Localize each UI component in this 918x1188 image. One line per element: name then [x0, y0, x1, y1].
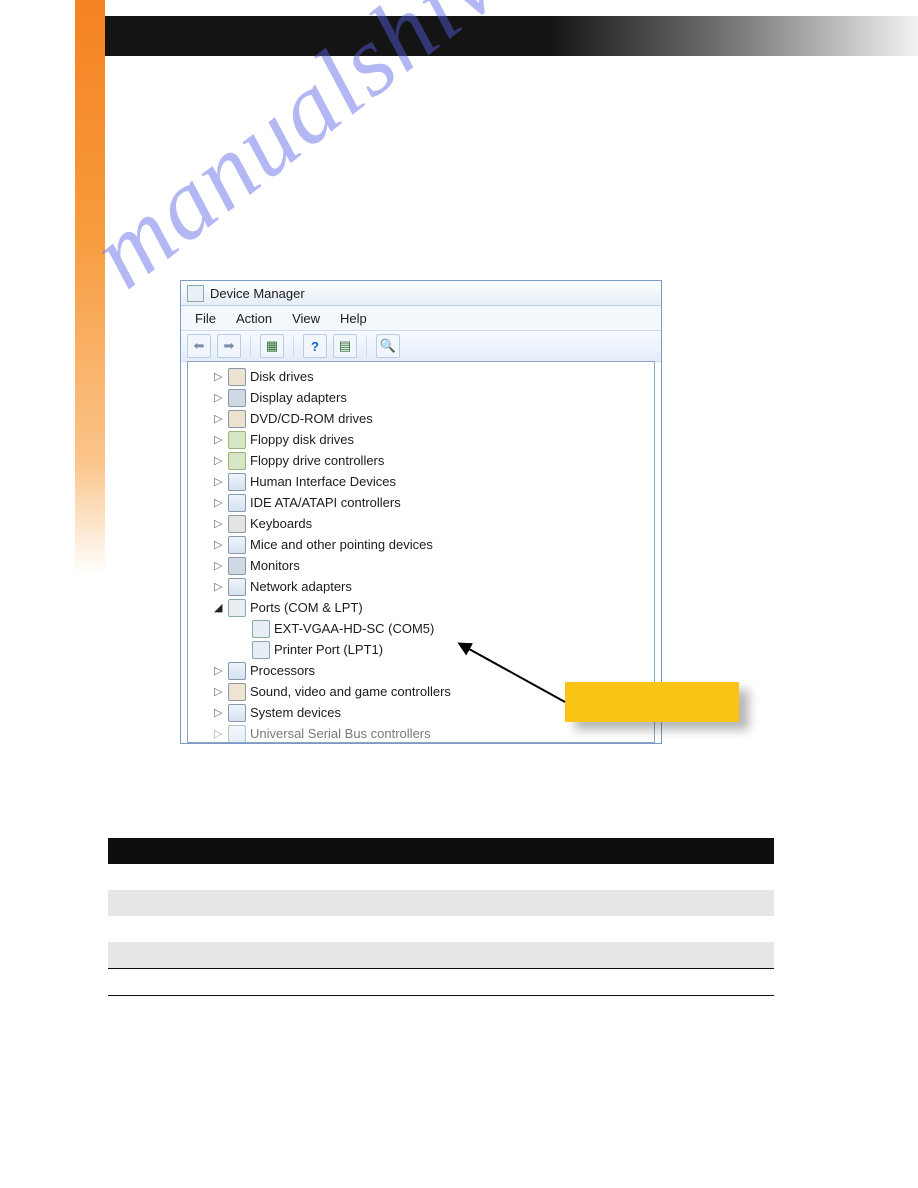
forward-button[interactable]: ➡ [217, 334, 241, 358]
expand-icon: ▷ [214, 517, 224, 530]
window-title: Device Manager [210, 286, 305, 301]
tree-item-ide[interactable]: ▷IDE ATA/ATAPI controllers [192, 492, 650, 513]
back-button[interactable]: ⬅ [187, 334, 211, 358]
tree-item-display-adapters[interactable]: ▷Display adapters [192, 387, 650, 408]
system-device-icon [228, 704, 246, 722]
menu-view[interactable]: View [282, 311, 330, 326]
device-manager-window: Device Manager File Action View Help ⬅ ➡… [180, 280, 662, 744]
tree-item-monitors[interactable]: ▷Monitors [192, 555, 650, 576]
monitor-icon [228, 557, 246, 575]
table-row [108, 942, 774, 969]
expand-icon: ▷ [214, 370, 224, 383]
table-row [108, 916, 774, 942]
usb-controller-icon [228, 725, 246, 743]
dvd-drive-icon [228, 410, 246, 428]
collapse-icon: ◢ [214, 601, 224, 614]
expand-icon: ▷ [214, 727, 224, 740]
menu-action[interactable]: Action [226, 311, 282, 326]
expand-icon: ▷ [214, 412, 224, 425]
sound-controller-icon [228, 683, 246, 701]
toolbar-separator-3 [366, 335, 367, 357]
floppy-drive-icon [228, 431, 246, 449]
expand-icon: ▷ [214, 433, 224, 446]
window-menubar: File Action View Help [181, 306, 661, 331]
expand-icon: ▷ [214, 496, 224, 509]
tree-item-hid[interactable]: ▷Human Interface Devices [192, 471, 650, 492]
properties-button[interactable]: ▤ [333, 334, 357, 358]
window-titlebar[interactable]: Device Manager [181, 281, 661, 306]
expand-icon: ▷ [214, 706, 224, 719]
decoration-orange-sidebar [75, 0, 105, 575]
tree-item-keyboards[interactable]: ▷Keyboards [192, 513, 650, 534]
tree-item-dvd-cd-rom[interactable]: ▷DVD/CD-ROM drives [192, 408, 650, 429]
expand-icon: ▷ [214, 475, 224, 488]
menu-help[interactable]: Help [330, 311, 377, 326]
table-row [108, 864, 774, 890]
com-port-icon [252, 620, 270, 638]
ports-icon [228, 599, 246, 617]
settings-table [108, 838, 774, 996]
window-toolbar: ⬅ ➡ ▦ ? ▤ 🔍 [181, 331, 661, 362]
decoration-top-gradient [100, 16, 918, 56]
table-row [108, 969, 774, 996]
keyboard-icon [228, 515, 246, 533]
expand-icon: ▷ [214, 664, 224, 677]
table-row [108, 890, 774, 916]
display-adapter-icon [228, 389, 246, 407]
lpt-port-icon [252, 641, 270, 659]
tree-item-ports[interactable]: ◢Ports (COM & LPT) [192, 597, 650, 618]
menu-file[interactable]: File [185, 311, 226, 326]
expand-icon: ▷ [214, 685, 224, 698]
expand-icon: ▷ [214, 580, 224, 593]
toolbar-separator-2 [293, 335, 294, 357]
device-manager-app-icon [187, 285, 204, 302]
show-hidden-button[interactable]: ▦ [260, 334, 284, 358]
tree-item-ext-vgaa-hd-sc[interactable]: EXT-VGAA-HD-SC (COM5) [192, 618, 650, 639]
tree-item-floppy-disk-drives[interactable]: ▷Floppy disk drives [192, 429, 650, 450]
processor-icon [228, 662, 246, 680]
expand-icon: ▷ [214, 559, 224, 572]
expand-icon: ▷ [214, 391, 224, 404]
network-adapter-icon [228, 578, 246, 596]
tree-item-network-adapters[interactable]: ▷Network adapters [192, 576, 650, 597]
tree-item-printer-port[interactable]: Printer Port (LPT1) [192, 639, 650, 660]
help-button[interactable]: ? [303, 334, 327, 358]
tree-item-processors[interactable]: ▷Processors [192, 660, 650, 681]
tree-item-floppy-controllers[interactable]: ▷Floppy drive controllers [192, 450, 650, 471]
tree-item-disk-drives[interactable]: ▷Disk drives [192, 366, 650, 387]
mouse-icon [228, 536, 246, 554]
callout-label-box [565, 682, 739, 722]
ide-controller-icon [228, 494, 246, 512]
expand-icon: ▷ [214, 538, 224, 551]
floppy-controller-icon [228, 452, 246, 470]
hid-icon [228, 473, 246, 491]
table-header-row [108, 838, 774, 864]
disk-drive-icon [228, 368, 246, 386]
expand-icon: ▷ [214, 454, 224, 467]
toolbar-separator-1 [250, 335, 251, 357]
scan-hardware-button[interactable]: 🔍 [376, 334, 400, 358]
tree-item-mice[interactable]: ▷Mice and other pointing devices [192, 534, 650, 555]
